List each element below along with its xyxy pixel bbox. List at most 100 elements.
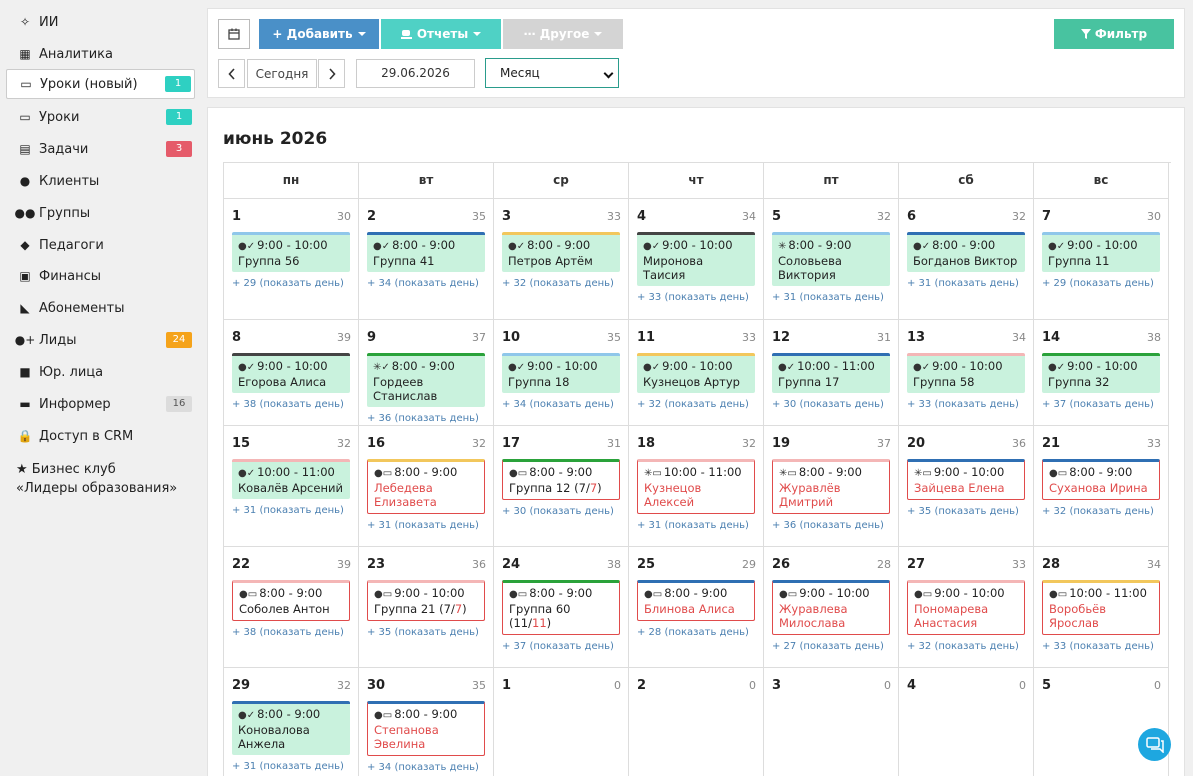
show-day-link[interactable]: + 36 (показать день): [367, 413, 479, 424]
show-day-link[interactable]: + 32 (показать день): [637, 399, 749, 410]
calendar-picker-button[interactable]: [218, 19, 250, 49]
sidebar-item[interactable]: ●+ Лиды 24: [6, 325, 195, 355]
day-cell[interactable]: 20 36 ✳▭ 9:00 - 10:00 Зайцева Елена + 35 (пок…: [899, 426, 1034, 547]
show-day-link[interactable]: + 32 (показать день): [502, 278, 614, 289]
day-cell[interactable]: 24 38 ●▭ 8:00 - 9:00 Группа 60 (11/11) + 37 (…: [494, 547, 629, 668]
day-cell[interactable]: 12 31 ●✓ 10:00 - 11:00 Группа 17 + 30 (показа…: [764, 320, 899, 426]
day-cell[interactable]: 20: [629, 668, 764, 776]
lesson-event[interactable]: ●▭ 8:00 - 9:00 Блинова Алиса: [637, 580, 755, 621]
show-day-link[interactable]: + 32 (показать день): [907, 641, 1019, 652]
day-cell[interactable]: 7 30 ●✓ 9:00 - 10:00 Группа 11 + 29 (показать…: [1034, 199, 1169, 320]
lesson-event[interactable]: ●✓ 9:00 - 10:00 Группа 11: [1042, 232, 1160, 272]
lesson-event[interactable]: ●▭ 8:00 - 9:00 Лебедева Елизавета: [367, 459, 485, 514]
show-day-link[interactable]: + 37 (показать день): [1042, 399, 1154, 410]
show-day-link[interactable]: + 29 (показать день): [232, 278, 344, 289]
sidebar-item[interactable]: ▤ Задачи 3: [6, 134, 195, 164]
lesson-event[interactable]: ●✓ 9:00 - 10:00 Кузнецов Артур: [637, 353, 755, 393]
sidebar-item[interactable]: ▬ Информер 16: [6, 389, 195, 419]
sidebar-item[interactable]: ◆ Педагоги: [6, 230, 195, 260]
show-day-link[interactable]: + 34 (показать день): [367, 762, 479, 773]
sidebar-item[interactable]: 🔒 Доступ в CRM: [6, 421, 195, 451]
show-day-link[interactable]: + 33 (показать день): [1042, 641, 1154, 652]
day-cell[interactable]: 9 37 ✳✓ 8:00 - 9:00 Гордеев Станислав + 36 (п…: [359, 320, 494, 426]
show-day-link[interactable]: + 27 (показать день): [772, 641, 884, 652]
view-mode-select[interactable]: Месяц: [485, 58, 619, 88]
day-cell[interactable]: 25 29 ●▭ 8:00 - 9:00 Блинова Алиса + 28 (пока…: [629, 547, 764, 668]
show-day-link[interactable]: + 33 (показать день): [907, 399, 1019, 410]
day-cell[interactable]: 40: [899, 668, 1034, 776]
lesson-event[interactable]: ●▭ 8:00 - 9:00 Группа 60 (11/11): [502, 580, 620, 635]
lesson-event[interactable]: ●✓ 9:00 - 10:00 Группа 18: [502, 353, 620, 393]
show-day-link[interactable]: + 30 (показать день): [772, 399, 884, 410]
lesson-event[interactable]: ●✓ 8:00 - 9:00 Богданов Виктор: [907, 232, 1025, 272]
sidebar-item[interactable]: ▦ Аналитика: [6, 39, 195, 69]
show-day-link[interactable]: + 31 (показать день): [907, 278, 1019, 289]
day-cell[interactable]: 1 30 ●✓ 9:00 - 10:00 Группа 56 + 29 (показать…: [224, 199, 359, 320]
lesson-event[interactable]: ●✓ 10:00 - 11:00 Ковалёв Арсений: [232, 459, 350, 499]
day-cell[interactable]: 22 39 ●▭ 8:00 - 9:00 Соболев Антон + 38 (пока…: [224, 547, 359, 668]
day-cell[interactable]: 17 31 ●▭ 8:00 - 9:00 Группа 12 (7/7) + 30 (по…: [494, 426, 629, 547]
sidebar-item[interactable]: ■ Юр. лица: [6, 357, 195, 387]
lesson-event[interactable]: ●✓ 9:00 - 10:00 Егорова Алиса: [232, 353, 350, 393]
show-day-link[interactable]: + 31 (показать день): [772, 292, 884, 303]
day-cell[interactable]: 28 34 ●▭ 10:00 - 11:00 Воробьёв Ярослав + 33 …: [1034, 547, 1169, 668]
sidebar-item[interactable]: ✧ ИИ: [6, 7, 195, 37]
show-day-link[interactable]: + 35 (показать день): [907, 506, 1019, 517]
business-club-link[interactable]: ★ Бизнес клуб «Лидеры образования»: [16, 460, 196, 498]
show-day-link[interactable]: + 28 (показать день): [637, 627, 749, 638]
sidebar-item[interactable]: ●● Группы: [6, 198, 195, 228]
show-day-link[interactable]: + 33 (показать день): [637, 292, 749, 303]
day-cell[interactable]: 10 35 ●✓ 9:00 - 10:00 Группа 18 + 34 (показат…: [494, 320, 629, 426]
lesson-event[interactable]: ●✓ 10:00 - 11:00 Группа 17: [772, 353, 890, 393]
day-cell[interactable]: 16 32 ●▭ 8:00 - 9:00 Лебедева Елизавета + 31 …: [359, 426, 494, 547]
lesson-event[interactable]: ●▭ 8:00 - 9:00 Суханова Ирина: [1042, 459, 1160, 500]
lesson-event[interactable]: ●✓ 8:00 - 9:00 Коновалова Анжела: [232, 701, 350, 755]
show-day-link[interactable]: + 31 (показать день): [232, 505, 344, 516]
show-day-link[interactable]: + 38 (показать день): [232, 627, 344, 638]
lesson-event[interactable]: ●✓ 8:00 - 9:00 Петров Артём: [502, 232, 620, 272]
filter-button[interactable]: Фильтр: [1054, 19, 1174, 49]
add-dropdown-button[interactable]: + Добавить: [259, 19, 379, 49]
reports-dropdown-button[interactable]: Отчеты: [381, 19, 501, 49]
day-cell[interactable]: 21 33 ●▭ 8:00 - 9:00 Суханова Ирина + 32 (пок…: [1034, 426, 1169, 547]
show-day-link[interactable]: + 36 (показать день): [772, 520, 884, 531]
lesson-event[interactable]: ●✓ 8:00 - 9:00 Группа 41: [367, 232, 485, 272]
lesson-event[interactable]: ✳▭ 10:00 - 11:00 Кузнецов Алексей: [637, 459, 755, 514]
lesson-event[interactable]: ✳▭ 9:00 - 10:00 Зайцева Елена: [907, 459, 1025, 500]
lesson-event[interactable]: ✳▭ 8:00 - 9:00 Журавлёв Дмитрий: [772, 459, 890, 514]
sidebar-item[interactable]: ● Клиенты: [6, 166, 195, 196]
prev-period-button[interactable]: [218, 59, 245, 88]
day-cell[interactable]: 15 32 ●✓ 10:00 - 11:00 Ковалёв Арсений + 31 (…: [224, 426, 359, 547]
show-day-link[interactable]: + 30 (показать день): [502, 506, 614, 517]
show-day-link[interactable]: + 29 (показать день): [1042, 278, 1154, 289]
day-cell[interactable]: 26 28 ●▭ 9:00 - 10:00 Журавлева Милослава + 2…: [764, 547, 899, 668]
sidebar-item[interactable]: ▭ Уроки (новый) 1: [6, 69, 195, 99]
lesson-event[interactable]: ●✓ 9:00 - 10:00 Группа 58: [907, 353, 1025, 393]
day-cell[interactable]: 3 33 ●✓ 8:00 - 9:00 Петров Артём + 32 (показа…: [494, 199, 629, 320]
show-day-link[interactable]: + 31 (показать день): [232, 761, 344, 772]
lesson-event[interactable]: ●✓ 9:00 - 10:00 Группа 32: [1042, 353, 1160, 393]
day-cell[interactable]: 4 34 ●✓ 9:00 - 10:00 Миронова Таисия + 33 (по…: [629, 199, 764, 320]
sidebar-item[interactable]: ▣ Финансы: [6, 261, 195, 291]
day-cell[interactable]: 5 32 ✳ 8:00 - 9:00 Соловьева Виктория + 31 (п…: [764, 199, 899, 320]
show-day-link[interactable]: + 32 (показать день): [1042, 506, 1154, 517]
lesson-event[interactable]: ●✓ 9:00 - 10:00 Группа 56: [232, 232, 350, 272]
day-cell[interactable]: 2 35 ●✓ 8:00 - 9:00 Группа 41 + 34 (показать …: [359, 199, 494, 320]
day-cell[interactable]: 29 32 ●✓ 8:00 - 9:00 Коновалова Анжела + 31 (…: [224, 668, 359, 776]
lesson-event[interactable]: ●▭ 8:00 - 9:00 Соболев Антон: [232, 580, 350, 621]
day-cell[interactable]: 11 33 ●✓ 9:00 - 10:00 Кузнецов Артур + 32 (по…: [629, 320, 764, 426]
lesson-event[interactable]: ●▭ 8:00 - 9:00 Группа 12 (7/7): [502, 459, 620, 500]
sidebar-item[interactable]: ▭ Уроки 1: [6, 102, 195, 132]
day-cell[interactable]: 19 37 ✳▭ 8:00 - 9:00 Журавлёв Дмитрий + 36 (п…: [764, 426, 899, 547]
show-day-link[interactable]: + 34 (показать день): [502, 399, 614, 410]
other-dropdown-button[interactable]: ⋯ Другое: [503, 19, 623, 49]
lesson-event[interactable]: ✳✓ 8:00 - 9:00 Гордеев Станислав: [367, 353, 485, 407]
lesson-event[interactable]: ●▭ 9:00 - 10:00 Группа 21 (7/7): [367, 580, 485, 621]
lesson-event[interactable]: ●▭ 8:00 - 9:00 Степанова Эвелина: [367, 701, 485, 756]
day-cell[interactable]: 13 34 ●✓ 9:00 - 10:00 Группа 58 + 33 (показат…: [899, 320, 1034, 426]
lesson-event[interactable]: ●▭ 9:00 - 10:00 Пономарева Анастасия: [907, 580, 1025, 635]
date-input[interactable]: 29.06.2026: [356, 59, 475, 88]
day-cell[interactable]: 18 32 ✳▭ 10:00 - 11:00 Кузнецов Алексей + 31 …: [629, 426, 764, 547]
lesson-event[interactable]: ●✓ 9:00 - 10:00 Миронова Таисия: [637, 232, 755, 286]
day-cell[interactable]: 14 38 ●✓ 9:00 - 10:00 Группа 32 + 37 (показат…: [1034, 320, 1169, 426]
